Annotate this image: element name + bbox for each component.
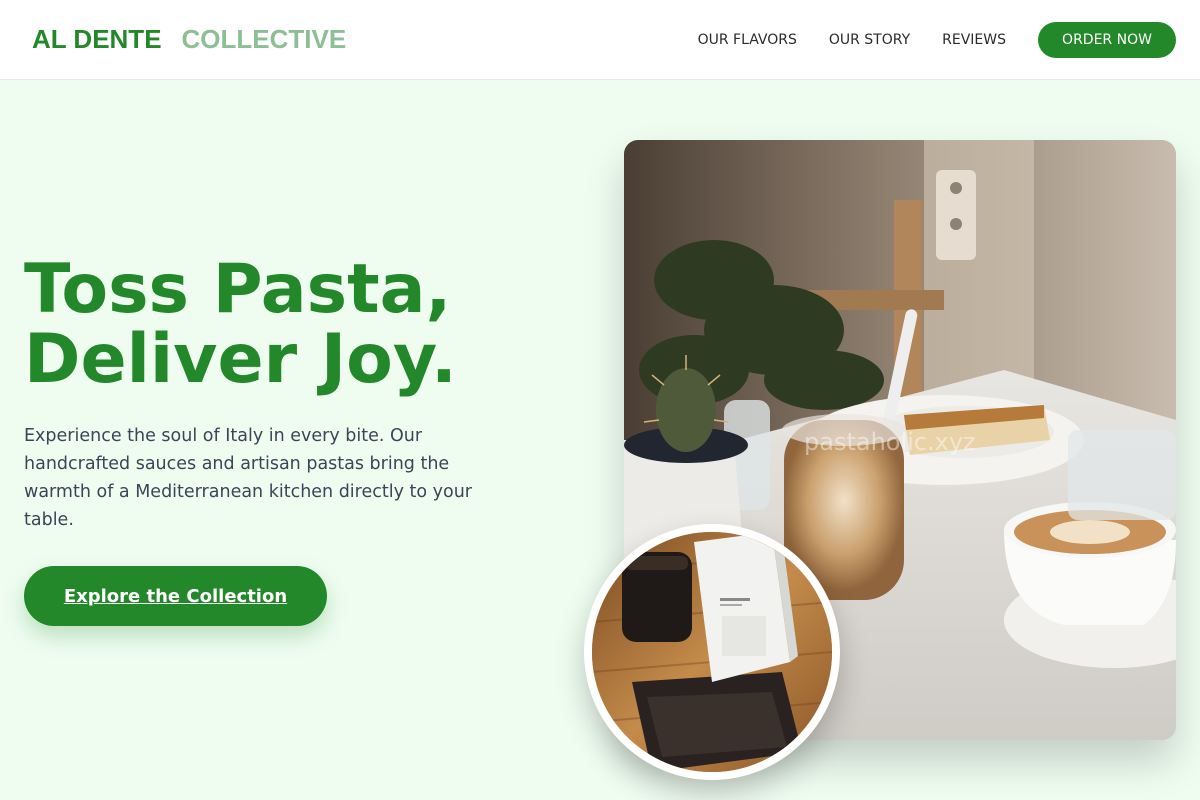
explore-collection-button[interactable]: Explore the Collection — [24, 566, 327, 626]
hero-inset-image — [584, 524, 840, 780]
coffee-bag-illustration — [592, 532, 832, 772]
brand-name-secondary: COLLECTIVE — [181, 24, 347, 54]
hero-title: Toss Pasta, Deliver Joy. — [24, 255, 584, 395]
nav-link-our-story[interactable]: OUR STORY — [829, 32, 910, 48]
hero-title-line-1: Toss Pasta, — [24, 250, 452, 329]
brand-name-primary: AL DENTE — [32, 24, 162, 54]
order-now-button[interactable]: ORDER NOW — [1038, 22, 1176, 58]
brand-logo[interactable]: AL DENTE COLLECTIVE — [32, 24, 346, 54]
image-watermark: pastaholic.xyz — [804, 428, 976, 456]
site-header: AL DENTE COLLECTIVE OUR FLAVORS OUR STORY… — [0, 0, 1200, 80]
nav-link-reviews[interactable]: REVIEWS — [942, 32, 1006, 48]
hero-title-line-2: Deliver Joy. — [24, 320, 457, 399]
hero-description: Experience the soul of Italy in every bi… — [24, 426, 472, 530]
nav-link-our-flavors[interactable]: OUR FLAVORS — [698, 32, 797, 48]
main-nav: OUR FLAVORS OUR STORY REVIEWS ORDER NOW — [698, 22, 1176, 58]
